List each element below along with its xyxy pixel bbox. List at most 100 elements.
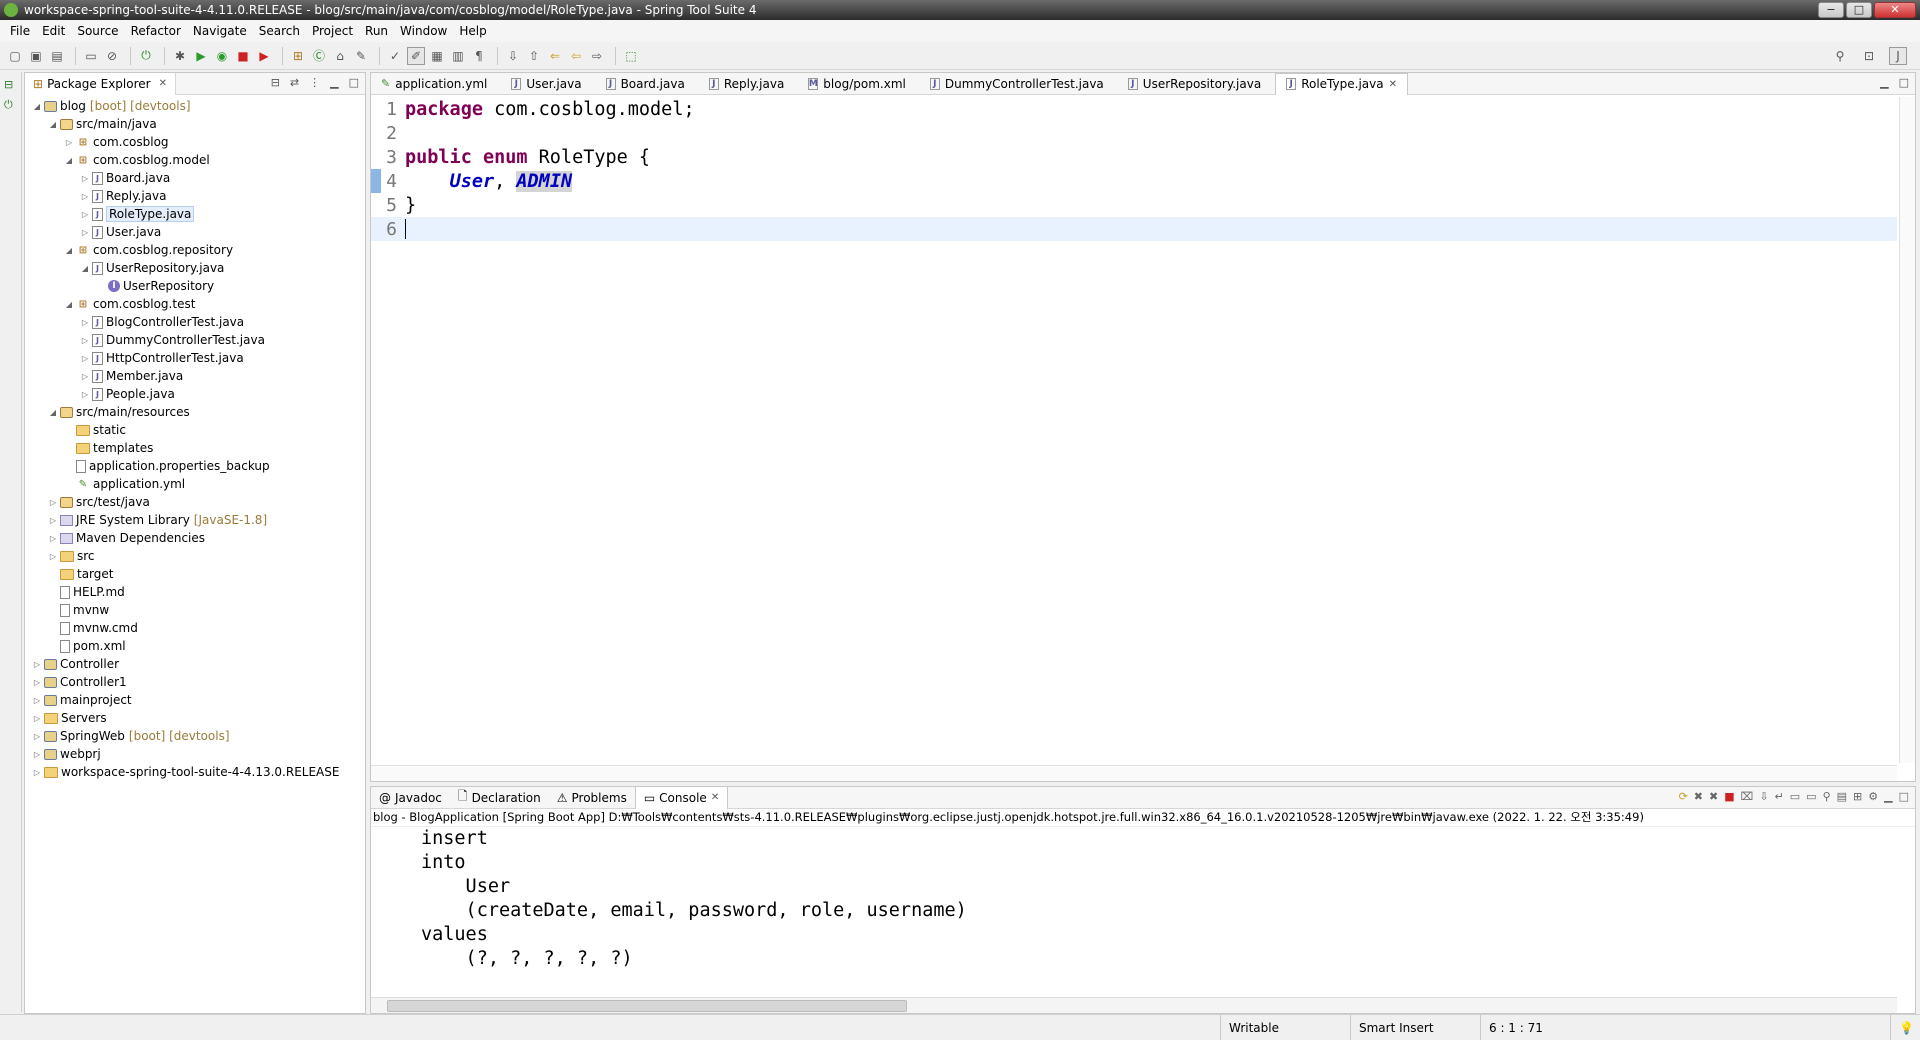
expanded-arrow-icon[interactable]: ◢ <box>47 408 59 417</box>
terminate-icon[interactable]: ■ <box>1724 790 1734 803</box>
expanded-arrow-icon[interactable]: ◢ <box>79 264 91 273</box>
word-wrap-icon[interactable]: ▥ <box>449 47 467 65</box>
menu-help[interactable]: Help <box>453 24 492 38</box>
console-output[interactable]: insert into User (createDate, email, pass… <box>371 827 1915 971</box>
menu-window[interactable]: Window <box>394 24 453 38</box>
display-console-icon[interactable]: ▤ <box>1837 790 1847 803</box>
coverage-icon[interactable]: ◉ <box>213 47 231 65</box>
tree-item[interactable]: ▷ J Board.java <box>25 169 365 187</box>
editor-tab-board-java[interactable]: J Board.java <box>596 73 695 95</box>
menu-file[interactable]: File <box>4 24 36 38</box>
tree-item[interactable]: ▷ Servers <box>25 709 365 727</box>
tree-item[interactable]: target <box>25 565 365 583</box>
search-tool-icon[interactable]: ✎ <box>352 47 370 65</box>
tree-item[interactable]: ▷ J HttpControllerTest.java <box>25 349 365 367</box>
tab-console[interactable]: ▭ Console ✕ <box>634 786 729 809</box>
menu-edit[interactable]: Edit <box>36 24 71 38</box>
maximize-view-icon[interactable]: □ <box>1899 790 1909 803</box>
code-editor[interactable]: 1 package com.cosblog.model; 2 3 public … <box>371 97 1897 763</box>
collapsed-arrow-icon[interactable]: ▷ <box>63 138 75 147</box>
forward-icon[interactable]: ⇨ <box>588 47 606 65</box>
tree-item[interactable]: ▷ mainproject <box>25 691 365 709</box>
tree-item[interactable]: ▷ src/test/java <box>25 493 365 511</box>
clear-console-icon[interactable]: ⌧ <box>1741 790 1754 803</box>
skip-breakpoints-icon[interactable]: ⊘ <box>103 47 121 65</box>
collapsed-arrow-icon[interactable]: ▷ <box>31 660 43 669</box>
collapsed-arrow-icon[interactable]: ▷ <box>47 516 59 525</box>
next-annotation-icon[interactable]: ⇩ <box>504 47 522 65</box>
save-icon[interactable]: ▣ <box>27 47 45 65</box>
menu-search[interactable]: Search <box>253 24 306 38</box>
tab-package-explorer[interactable]: ⊞ Package Explorer ✕ <box>25 72 176 95</box>
collapsed-arrow-icon[interactable]: ▷ <box>79 210 91 219</box>
open-type-icon[interactable]: ⌂ <box>331 47 349 65</box>
menu-refactor[interactable]: Refactor <box>125 24 187 38</box>
collapsed-arrow-icon[interactable]: ▷ <box>47 552 59 561</box>
tree-item[interactable]: HELP.md <box>25 583 365 601</box>
tree-item[interactable]: ▷ SpringWeb [boot] [devtools] <box>25 727 365 745</box>
collapsed-arrow-icon[interactable]: ▷ <box>31 678 43 687</box>
tree-item[interactable]: ▷ J People.java <box>25 385 365 403</box>
editor-vertical-scrollbar[interactable] <box>1899 97 1915 763</box>
tree-item[interactable]: I UserRepository <box>25 277 365 295</box>
tab-declaration[interactable]: 🗋 Declaration <box>450 787 549 809</box>
collapse-all-icon[interactable]: ⊟ <box>271 76 280 89</box>
tree-item[interactable]: mvnw.cmd <box>25 619 365 637</box>
view-menu-icon[interactable]: ⋮ <box>309 76 320 89</box>
scroll-lock-icon[interactable]: ⇩ <box>1759 790 1768 803</box>
menu-navigate[interactable]: Navigate <box>187 24 253 38</box>
tree-item[interactable]: ◢ src/main/java <box>25 115 365 133</box>
tree-item[interactable]: ▷ J User.java <box>25 223 365 241</box>
maximize-view-icon[interactable]: □ <box>349 76 359 89</box>
editor-tab-user-java[interactable]: J User.java <box>501 73 591 95</box>
tree-item[interactable]: ✎ application.yml <box>25 475 365 493</box>
close-icon[interactable]: ✕ <box>711 792 719 803</box>
relaunch-icon[interactable]: ▶ <box>255 47 273 65</box>
editor-tab-user-repository[interactable]: J UserRepository.java <box>1118 73 1271 95</box>
expanded-arrow-icon[interactable]: ◢ <box>63 156 75 165</box>
minimize-view-icon[interactable]: ▁ <box>330 76 338 89</box>
tree-item[interactable]: ▷ J BlogControllerTest.java <box>25 313 365 331</box>
word-wrap-icon[interactable]: ↵ <box>1775 790 1784 803</box>
pin-editor-icon[interactable]: ⬚ <box>622 47 640 65</box>
tree-item[interactable]: ◢ blog [boot] [devtools] <box>25 97 365 115</box>
tree-item[interactable]: mvnw <box>25 601 365 619</box>
tree-item[interactable]: ◢ src/main/resources <box>25 403 365 421</box>
status-insert-mode[interactable]: Smart Insert <box>1350 1015 1480 1040</box>
collapsed-arrow-icon[interactable]: ▷ <box>47 534 59 543</box>
tree-item[interactable]: ◢ ⊞ com.cosblog.test <box>25 295 365 313</box>
editor-horizontal-scrollbar[interactable] <box>371 765 1897 781</box>
open-perspective-icon[interactable]: ⊡ <box>1860 47 1878 65</box>
view-menu-icon[interactable]: ⚙ <box>1868 790 1878 803</box>
collapsed-arrow-icon[interactable]: ▷ <box>31 696 43 705</box>
toggle-mark-occurrences-icon[interactable]: ✓ <box>386 47 404 65</box>
minimize-button[interactable]: − <box>1818 2 1844 18</box>
search-icon[interactable]: ⚲ <box>1831 47 1849 65</box>
menu-project[interactable]: Project <box>306 24 359 38</box>
expanded-arrow-icon[interactable]: ◢ <box>63 246 75 255</box>
collapsed-arrow-icon[interactable]: ▷ <box>79 318 91 327</box>
collapsed-arrow-icon[interactable]: ▷ <box>79 354 91 363</box>
show-on-stderr-icon[interactable]: ▭ <box>1806 790 1816 803</box>
show-on-stdout-icon[interactable]: ▭ <box>1790 790 1800 803</box>
show-whitespace-icon[interactable]: ¶ <box>470 47 488 65</box>
tree-item[interactable]: ▷ Maven Dependencies <box>25 529 365 547</box>
tree-item[interactable]: ▷ webprj <box>25 745 365 763</box>
tree-item[interactable]: ▷ Controller <box>25 655 365 673</box>
tab-javadoc[interactable]: @ Javadoc <box>371 787 450 809</box>
console-horizontal-scrollbar[interactable] <box>371 997 1897 1013</box>
editor-tab-dummy-controller-test[interactable]: J DummyControllerTest.java <box>920 73 1114 95</box>
tree-item[interactable]: ▷ Controller1 <box>25 673 365 691</box>
java-perspective-icon[interactable]: J <box>1889 47 1907 65</box>
restore-icon[interactable]: ⊟ <box>4 78 18 92</box>
editor-tab-roletype-java[interactable]: J RoleType.java ✕ <box>1275 72 1408 95</box>
scrollbar-thumb[interactable] <box>387 1000 907 1012</box>
tree-item[interactable]: ▷ J Reply.java <box>25 187 365 205</box>
block-selection-icon[interactable]: ▦ <box>428 47 446 65</box>
collapsed-arrow-icon[interactable]: ▷ <box>79 192 91 201</box>
back-icon[interactable]: ⇦ <box>567 47 585 65</box>
restart-icon[interactable]: ⟳ <box>1679 790 1688 803</box>
menu-run[interactable]: Run <box>359 24 394 38</box>
collapsed-arrow-icon[interactable]: ▷ <box>31 750 43 759</box>
collapsed-arrow-icon[interactable]: ▷ <box>79 228 91 237</box>
